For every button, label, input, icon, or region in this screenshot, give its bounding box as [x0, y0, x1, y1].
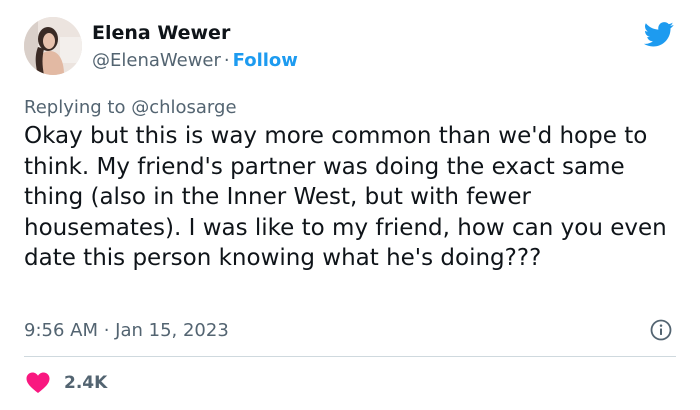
author-display-name[interactable]: Elena Wewer — [92, 22, 230, 44]
info-icon[interactable] — [650, 319, 672, 341]
avatar[interactable] — [24, 17, 82, 75]
twitter-bird-icon[interactable] — [644, 22, 674, 47]
tweet-card: Elena Wewer @ElenaWewer · Follow Replying … — [0, 0, 700, 410]
tweet-timestamp[interactable]: 9:56 AM · Jan 15, 2023 — [24, 320, 229, 341]
reply-prefix: Replying to — [24, 97, 132, 118]
heart-icon[interactable] — [26, 372, 50, 393]
reply-mention-link[interactable]: @chlosarge — [131, 97, 236, 118]
author-handle[interactable]: @ElenaWewer — [92, 50, 221, 71]
like-button[interactable]: 2.4K — [26, 372, 107, 393]
tweet-text: Okay but this is way more common than we… — [24, 123, 667, 271]
reply-context: Replying to @chlosarge — [24, 97, 237, 118]
like-count: 2.4K — [64, 372, 108, 393]
author-handle-line: @ElenaWewer · Follow — [92, 50, 298, 71]
handle-separator: · — [223, 50, 230, 71]
follow-button[interactable]: Follow — [233, 50, 298, 71]
divider — [24, 356, 676, 357]
